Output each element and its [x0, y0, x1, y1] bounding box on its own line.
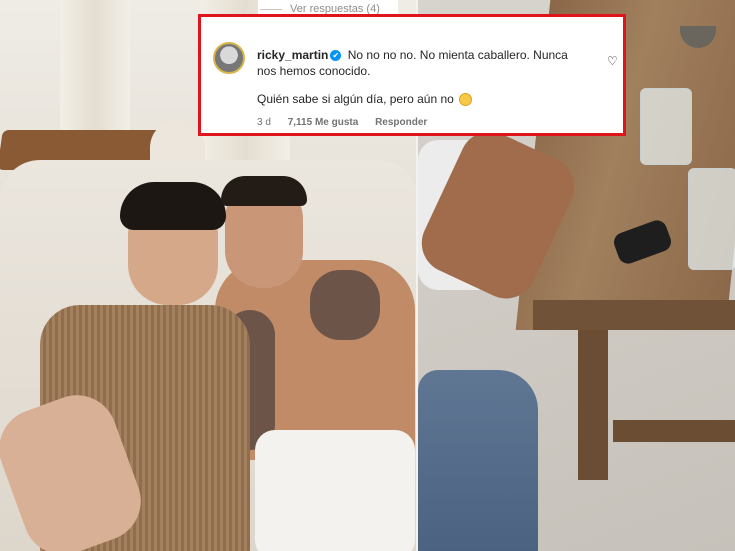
comment-time: 3 d — [257, 117, 271, 128]
comment-line-2: Quién sabe si algún día, pero aún no — [257, 92, 454, 106]
person-knit-shirt — [0, 182, 250, 551]
comment-text: ricky_martin ✔ No no no no. No mienta cab… — [257, 47, 587, 107]
water-glass — [640, 88, 692, 165]
water-glass — [688, 168, 735, 270]
heart-outline-icon[interactable]: ♡ — [607, 54, 618, 68]
instagram-comment: ricky_martin ✔ No no no no. No mienta cab… — [198, 14, 626, 136]
towel — [255, 430, 415, 551]
table-stretcher — [613, 420, 735, 442]
table-leg — [578, 330, 608, 480]
avatar[interactable] — [213, 42, 245, 74]
verified-badge-icon: ✔ — [330, 50, 342, 62]
replies-line — [260, 9, 282, 10]
table-edge — [533, 300, 735, 330]
jeans — [418, 370, 538, 551]
comment-username[interactable]: ricky_martin — [257, 48, 328, 62]
smiling-face-icon — [459, 93, 473, 107]
comment-meta: 3 d 7,115 Me gusta Responder — [257, 117, 441, 128]
reply-button[interactable]: Responder — [375, 117, 427, 128]
comment-likes[interactable]: 7,115 Me gusta — [288, 117, 359, 128]
